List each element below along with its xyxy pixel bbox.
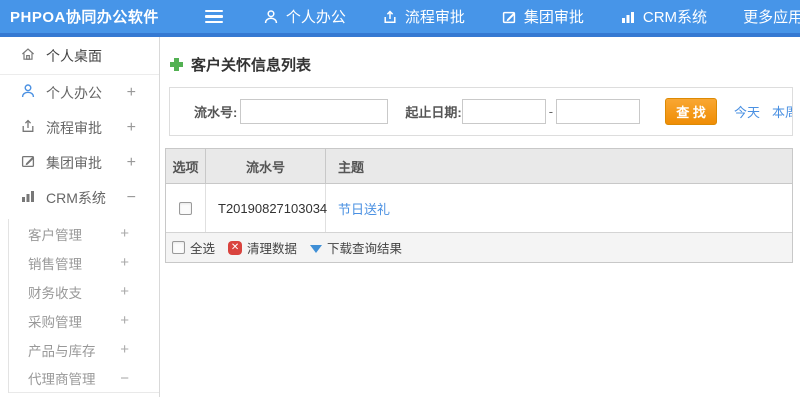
expand-plus-icon: + [120,254,129,271]
nav-label: 个人办公 [285,9,346,26]
sidebar-item-group-approval[interactable]: 集团审批 + [0,145,159,180]
collapse-minus-icon: − [126,188,136,206]
sidebar-item-flow-approval[interactable]: 流程审批 + [0,110,159,145]
sidebar-item-label: 个人办公 [46,84,102,101]
nav-item-crm[interactable]: CRM系统 [620,6,707,27]
sidebar-subitem-purchasing[interactable]: 采购管理 + [9,306,159,335]
date-range-label: 起止日期: [405,105,462,120]
sidebar-item-crm[interactable]: CRM系统 − [0,180,159,215]
row-serial-number: T20190827103034 [206,184,327,232]
expand-plus-icon: + [120,312,129,329]
user-icon [20,83,36,102]
nav-label: CRM系统 [642,9,708,26]
sidebar-item-personal-office[interactable]: 个人办公 + [0,75,159,110]
filter-bar: 流水号: 起止日期: - 查 找 今天 本周 [169,87,793,136]
edit-icon [501,9,517,25]
table-footer-bar: 全选 ✕ 清理数据 下载查询结果 [166,233,792,262]
crm-submenu: 客户管理 + 销售管理 + 财务收支 + 采购管理 + 产品与库存 + 代理商管… [8,219,159,393]
clear-data-icon[interactable]: ✕ [228,240,243,255]
expand-plus-icon: + [120,225,129,242]
expand-plus-icon: + [126,153,136,171]
hamburger-menu-icon[interactable] [204,9,223,24]
sidebar-item-label: 代理商管理 [28,372,96,387]
sidebar: 个人桌面 个人办公 + 流程审批 + 集团审批 + CRM系统 − 客户管理 +… [0,37,160,397]
row-subject-link[interactable]: 节日送礼 [338,199,390,218]
sidebar-item-label: 集团审批 [46,154,102,171]
this-week-link[interactable]: 本周 [772,102,792,121]
clear-data-link[interactable]: 清理数据 [247,238,297,257]
top-nav: 个人办公 流程审批 集团审批 CRM系统 更多应用 [263,6,800,27]
date-range-separator: - [548,104,554,119]
flow-approval-icon [20,118,36,137]
nav-label: 流程审批 [404,9,465,26]
today-link[interactable]: 今天 [734,102,760,121]
sidebar-subitem-products[interactable]: 产品与库存 + [9,335,159,364]
sidebar-item-label: 个人桌面 [46,47,102,64]
expand-plus-icon: + [126,83,136,101]
row-checkbox[interactable] [179,201,192,215]
main-content: 客户关怀信息列表 流水号: 起止日期: - 查 找 今天 本周 选项 流水号 主… [160,37,800,397]
page-title-row: 客户关怀信息列表 [165,37,800,77]
bar-chart-icon [620,9,636,25]
sidebar-subitem-finance[interactable]: 财务收支 + [9,277,159,306]
expand-plus-icon: + [120,341,129,358]
select-all-checkbox[interactable] [172,241,185,254]
expand-plus-icon: + [126,118,136,136]
user-icon [263,9,279,25]
sidebar-item-label: CRM系统 [46,189,106,206]
sidebar-item-label: 销售管理 [28,256,82,272]
sidebar-item-label: 客户管理 [28,227,82,243]
nav-label: 集团审批 [523,9,584,26]
nav-label: 更多应用 [743,9,800,26]
column-header-subject: 主题 [338,159,365,175]
records-table: 选项 流水号 主题 T20190827103034 节日送礼 全选 ✕ 清理数据 [165,148,793,263]
download-results-link[interactable]: 下载查询结果 [327,238,402,257]
edit-icon [20,153,36,172]
collapse-minus-icon: − [120,369,129,387]
sidebar-item-desktop[interactable]: 个人桌面 [0,37,159,75]
add-record-icon[interactable] [170,57,183,71]
date-end-input[interactable] [556,99,641,124]
sidebar-item-label: 流程审批 [46,119,102,136]
bar-chart-icon [20,188,36,207]
top-bar: PHPOA协同办公软件 个人办公 流程审批 集团审批 CRM系统 更多应用 [0,0,800,37]
sidebar-subitem-sales-mgmt[interactable]: 销售管理 + [9,248,159,277]
sidebar-subitem-agents[interactable]: 代理商管理 − [9,364,159,393]
column-header-serial: 流水号 [206,149,326,183]
home-icon [20,46,36,65]
page-title: 客户关怀信息列表 [191,56,312,74]
date-start-input[interactable] [461,99,546,124]
nav-item-group-approval[interactable]: 集团审批 [501,6,584,27]
sidebar-subitem-customer-mgmt[interactable]: 客户管理 + [9,219,159,248]
expand-plus-icon: + [120,283,129,300]
serial-number-input[interactable] [240,99,389,124]
sidebar-item-label: 产品与库存 [28,343,96,359]
nav-item-more-apps[interactable]: 更多应用 [743,6,800,27]
table-header-row: 选项 流水号 主题 [166,149,792,184]
app-logo: PHPOA协同办公软件 [10,9,159,26]
column-header-options: 选项 [166,149,206,183]
search-button[interactable]: 查 找 [665,98,718,125]
flow-approval-icon [382,9,398,25]
select-all-label[interactable]: 全选 [190,238,215,257]
download-arrow-icon[interactable] [310,244,323,253]
sidebar-item-label: 财务收支 [28,285,82,301]
sidebar-item-label: 采购管理 [28,314,82,330]
table-row: T20190827103034 节日送礼 [166,184,792,233]
nav-item-flow-approval[interactable]: 流程审批 [382,6,465,27]
nav-item-personal-office[interactable]: 个人办公 [263,6,346,27]
serial-number-label: 流水号: [194,105,238,120]
